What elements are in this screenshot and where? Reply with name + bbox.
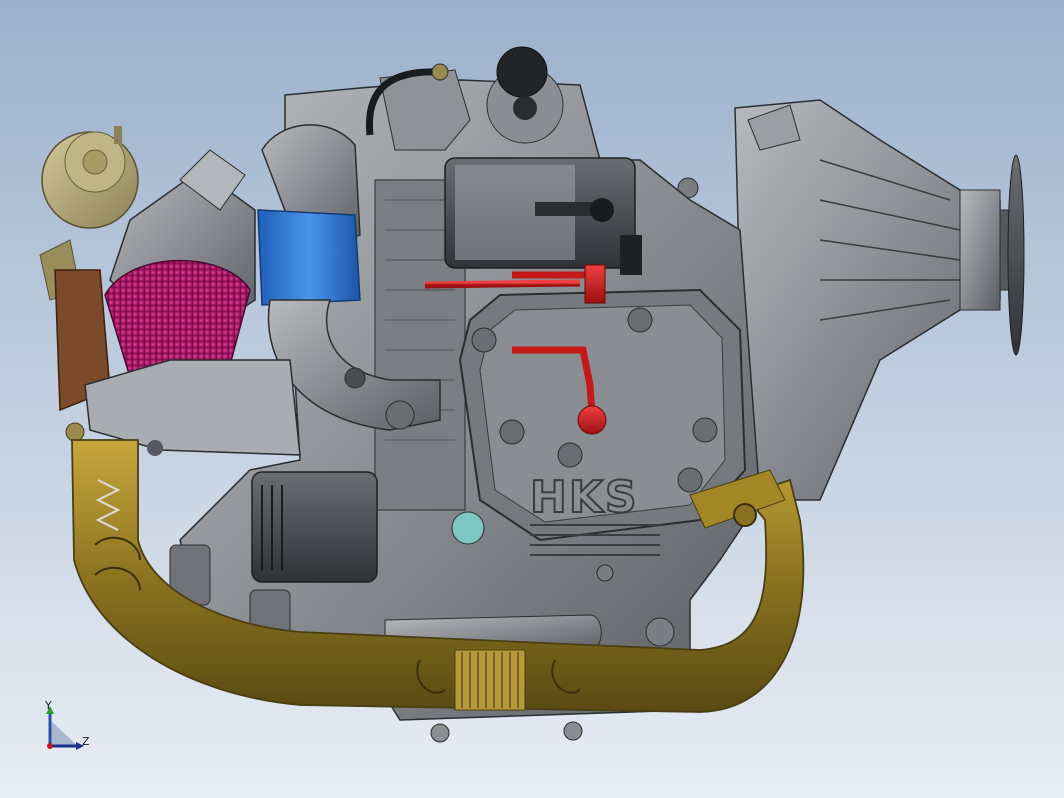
triad-y-label: Y xyxy=(45,699,52,712)
triad-z-label: Z xyxy=(82,735,90,748)
starter-motor xyxy=(444,157,642,275)
engine-model[interactable]: HKS xyxy=(0,0,1064,798)
hks-logo: HKS xyxy=(530,472,639,523)
graphics-viewport[interactable]: HKS Y Z xyxy=(0,0,1064,798)
